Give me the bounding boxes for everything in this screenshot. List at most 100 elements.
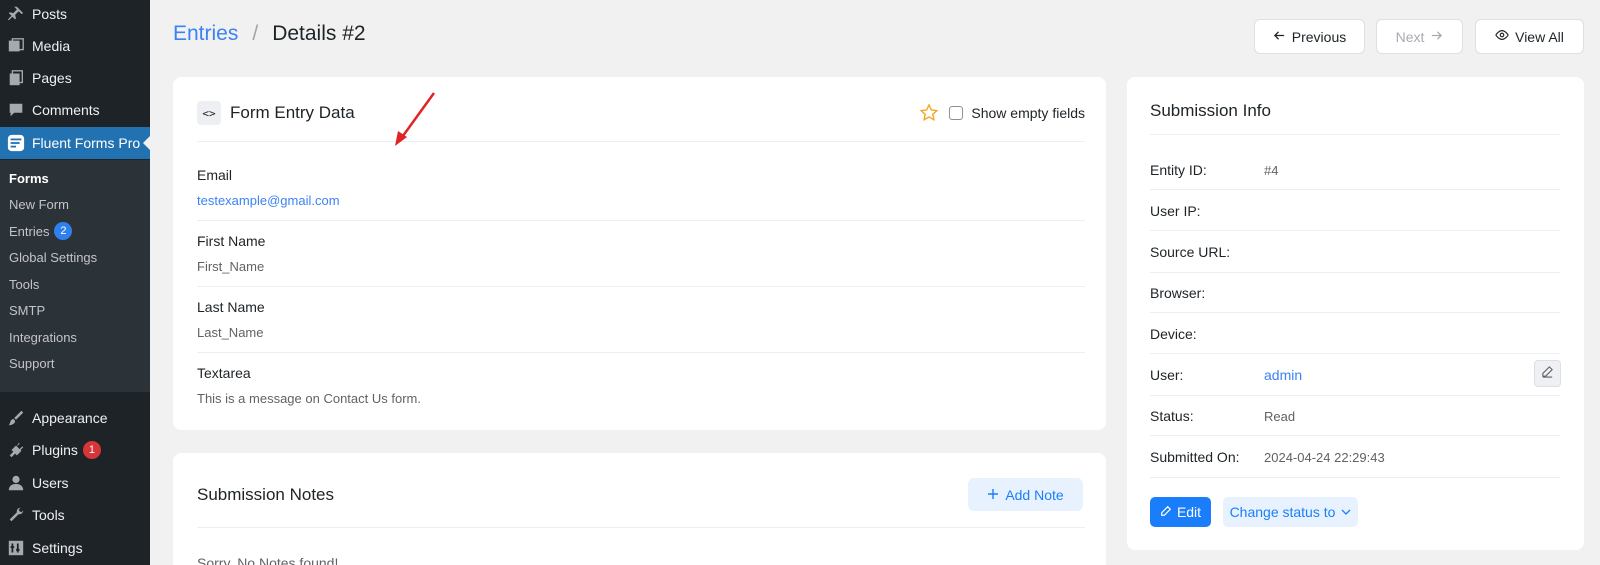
field-divider bbox=[197, 220, 1085, 221]
next-label: Next bbox=[1395, 28, 1425, 45]
comment-icon bbox=[6, 100, 26, 120]
submenu-item-new-form[interactable]: New Form bbox=[9, 194, 69, 214]
view-all-button[interactable]: View All bbox=[1475, 19, 1584, 54]
sidebar-item-label: Settings bbox=[32, 540, 83, 556]
user-icon bbox=[6, 473, 26, 493]
page-title: Details #2 bbox=[272, 22, 366, 45]
breadcrumb-separator: / bbox=[252, 22, 259, 45]
form-entry-card bbox=[173, 77, 1106, 430]
form-entry-header: <> Form Entry Data Show empty fields bbox=[197, 101, 1085, 125]
info-value-user-link[interactable]: admin bbox=[1264, 367, 1302, 383]
plugin-icon bbox=[6, 440, 26, 460]
show-empty-label: Show empty fields bbox=[971, 105, 1085, 121]
info-divider bbox=[1150, 435, 1560, 436]
info-label-device: Device: bbox=[1150, 326, 1197, 342]
media-icon bbox=[6, 36, 26, 56]
field-divider bbox=[197, 352, 1085, 353]
annotation-arrow-icon bbox=[395, 92, 436, 146]
field-label-textarea: Textarea bbox=[197, 365, 251, 381]
info-divider bbox=[1150, 312, 1560, 313]
sidebar-item-label: Tools bbox=[32, 507, 65, 523]
header-divider bbox=[197, 141, 1085, 142]
star-icon[interactable] bbox=[919, 103, 939, 123]
sidebar-item-pages[interactable]: Pages bbox=[0, 62, 150, 94]
sidebar-item-users[interactable]: Users bbox=[0, 467, 150, 499]
info-divider bbox=[1150, 477, 1560, 478]
arrow-left-icon bbox=[1273, 29, 1286, 45]
settings-icon bbox=[6, 538, 26, 558]
submission-info-title: Submission Info bbox=[1150, 101, 1271, 120]
sidebar-item-settings[interactable]: Settings bbox=[0, 532, 150, 564]
info-value-status: Read bbox=[1264, 409, 1296, 424]
submenu-item-integrations[interactable]: Integrations bbox=[9, 327, 77, 347]
edit-user-button[interactable] bbox=[1534, 360, 1561, 387]
info-label-user-ip: User IP: bbox=[1150, 203, 1201, 219]
info-value-entity-id: #4 bbox=[1264, 163, 1279, 178]
notes-divider bbox=[197, 527, 1085, 528]
eye-icon bbox=[1495, 28, 1509, 45]
info-label-submitted-on: Submitted On: bbox=[1150, 449, 1240, 465]
field-label-email: Email bbox=[197, 167, 233, 183]
info-divider bbox=[1150, 395, 1560, 396]
brush-icon bbox=[6, 408, 26, 428]
sidebar-item-plugins[interactable]: Plugins 1 bbox=[0, 434, 150, 466]
sidebar-item-media[interactable]: Media bbox=[0, 30, 150, 62]
next-button[interactable]: Next bbox=[1376, 19, 1463, 54]
field-divider bbox=[197, 286, 1085, 287]
sidebar-item-label: Pages bbox=[32, 70, 72, 86]
info-divider bbox=[1150, 230, 1560, 231]
submenu-item-support[interactable]: Support bbox=[9, 353, 55, 373]
wrench-icon bbox=[6, 505, 26, 525]
submenu-item-entries[interactable]: Entries 2 bbox=[9, 221, 73, 241]
info-divider bbox=[1150, 189, 1560, 190]
field-label-first-name: First Name bbox=[197, 233, 266, 249]
sidebar-item-label: Appearance bbox=[32, 410, 108, 426]
plugins-update-badge: 1 bbox=[82, 441, 101, 459]
submenu-item-global-settings[interactable]: Global Settings bbox=[9, 247, 97, 267]
code-icon: <> bbox=[197, 101, 221, 125]
sidebar-item-label: Users bbox=[32, 475, 69, 491]
sidebar-item-tools[interactable]: Tools bbox=[0, 499, 150, 531]
submenu-item-forms[interactable]: Forms bbox=[9, 168, 49, 188]
sidebar-item-comments[interactable]: Comments bbox=[0, 94, 150, 126]
notes-empty-message: Sorry, No Notes found! bbox=[197, 555, 339, 565]
add-note-label: Add Note bbox=[1005, 486, 1064, 503]
breadcrumb-entries-link[interactable]: Entries bbox=[173, 22, 238, 46]
sidebar-item-label: Comments bbox=[32, 102, 100, 118]
sidebar-item-label: Posts bbox=[32, 6, 68, 22]
submenu-item-label: Entries bbox=[9, 223, 50, 239]
field-value-textarea: This is a message on Contact Us form. bbox=[197, 391, 421, 406]
previous-button[interactable]: Previous bbox=[1254, 19, 1365, 54]
field-value-email[interactable]: testexample@gmail.com bbox=[197, 193, 340, 208]
sidebar-item-posts[interactable]: Posts bbox=[0, 0, 150, 30]
info-label-user: User: bbox=[1150, 367, 1184, 383]
sidebar-item-fluent-forms[interactable]: Fluent Forms Pro bbox=[0, 127, 151, 159]
pencil-icon bbox=[1160, 504, 1172, 520]
submenu-item-tools[interactable]: Tools bbox=[9, 274, 39, 294]
show-empty-fields-toggle[interactable]: Show empty fields bbox=[949, 105, 1085, 121]
info-label-source-url: Source URL: bbox=[1150, 244, 1231, 260]
pages-icon bbox=[6, 68, 26, 88]
entries-count-badge: 2 bbox=[54, 222, 73, 240]
info-label-status: Status: bbox=[1150, 408, 1194, 424]
show-empty-checkbox[interactable] bbox=[949, 106, 964, 120]
view-all-label: View All bbox=[1515, 28, 1564, 45]
previous-label: Previous bbox=[1291, 28, 1347, 45]
sidebar-item-label: Fluent Forms Pro bbox=[32, 135, 141, 151]
edit-entry-button[interactable]: Edit bbox=[1150, 497, 1211, 527]
add-note-button[interactable]: Add Note bbox=[968, 478, 1083, 511]
arrow-right-icon bbox=[1430, 29, 1443, 45]
sidebar-item-label: Media bbox=[32, 38, 71, 54]
fluent-forms-submenu: Forms New Form Entries 2 Global Settings… bbox=[0, 160, 150, 392]
info-header-divider bbox=[1150, 134, 1560, 135]
sidebar-item-appearance[interactable]: Appearance bbox=[0, 402, 150, 434]
info-label-entity-id: Entity ID: bbox=[1150, 162, 1207, 178]
info-divider bbox=[1150, 353, 1560, 354]
fluent-forms-icon bbox=[6, 133, 26, 153]
edit-label: Edit bbox=[1176, 504, 1202, 520]
field-value-first-name: First_Name bbox=[197, 259, 265, 274]
admin-sidebar: Posts Media Pages Comments Fluent Forms … bbox=[0, 0, 151, 565]
submenu-item-smtp[interactable]: SMTP bbox=[9, 300, 45, 320]
change-status-dropdown[interactable]: Change status to bbox=[1223, 497, 1358, 527]
breadcrumb: Entries / Details #2 bbox=[173, 22, 366, 46]
